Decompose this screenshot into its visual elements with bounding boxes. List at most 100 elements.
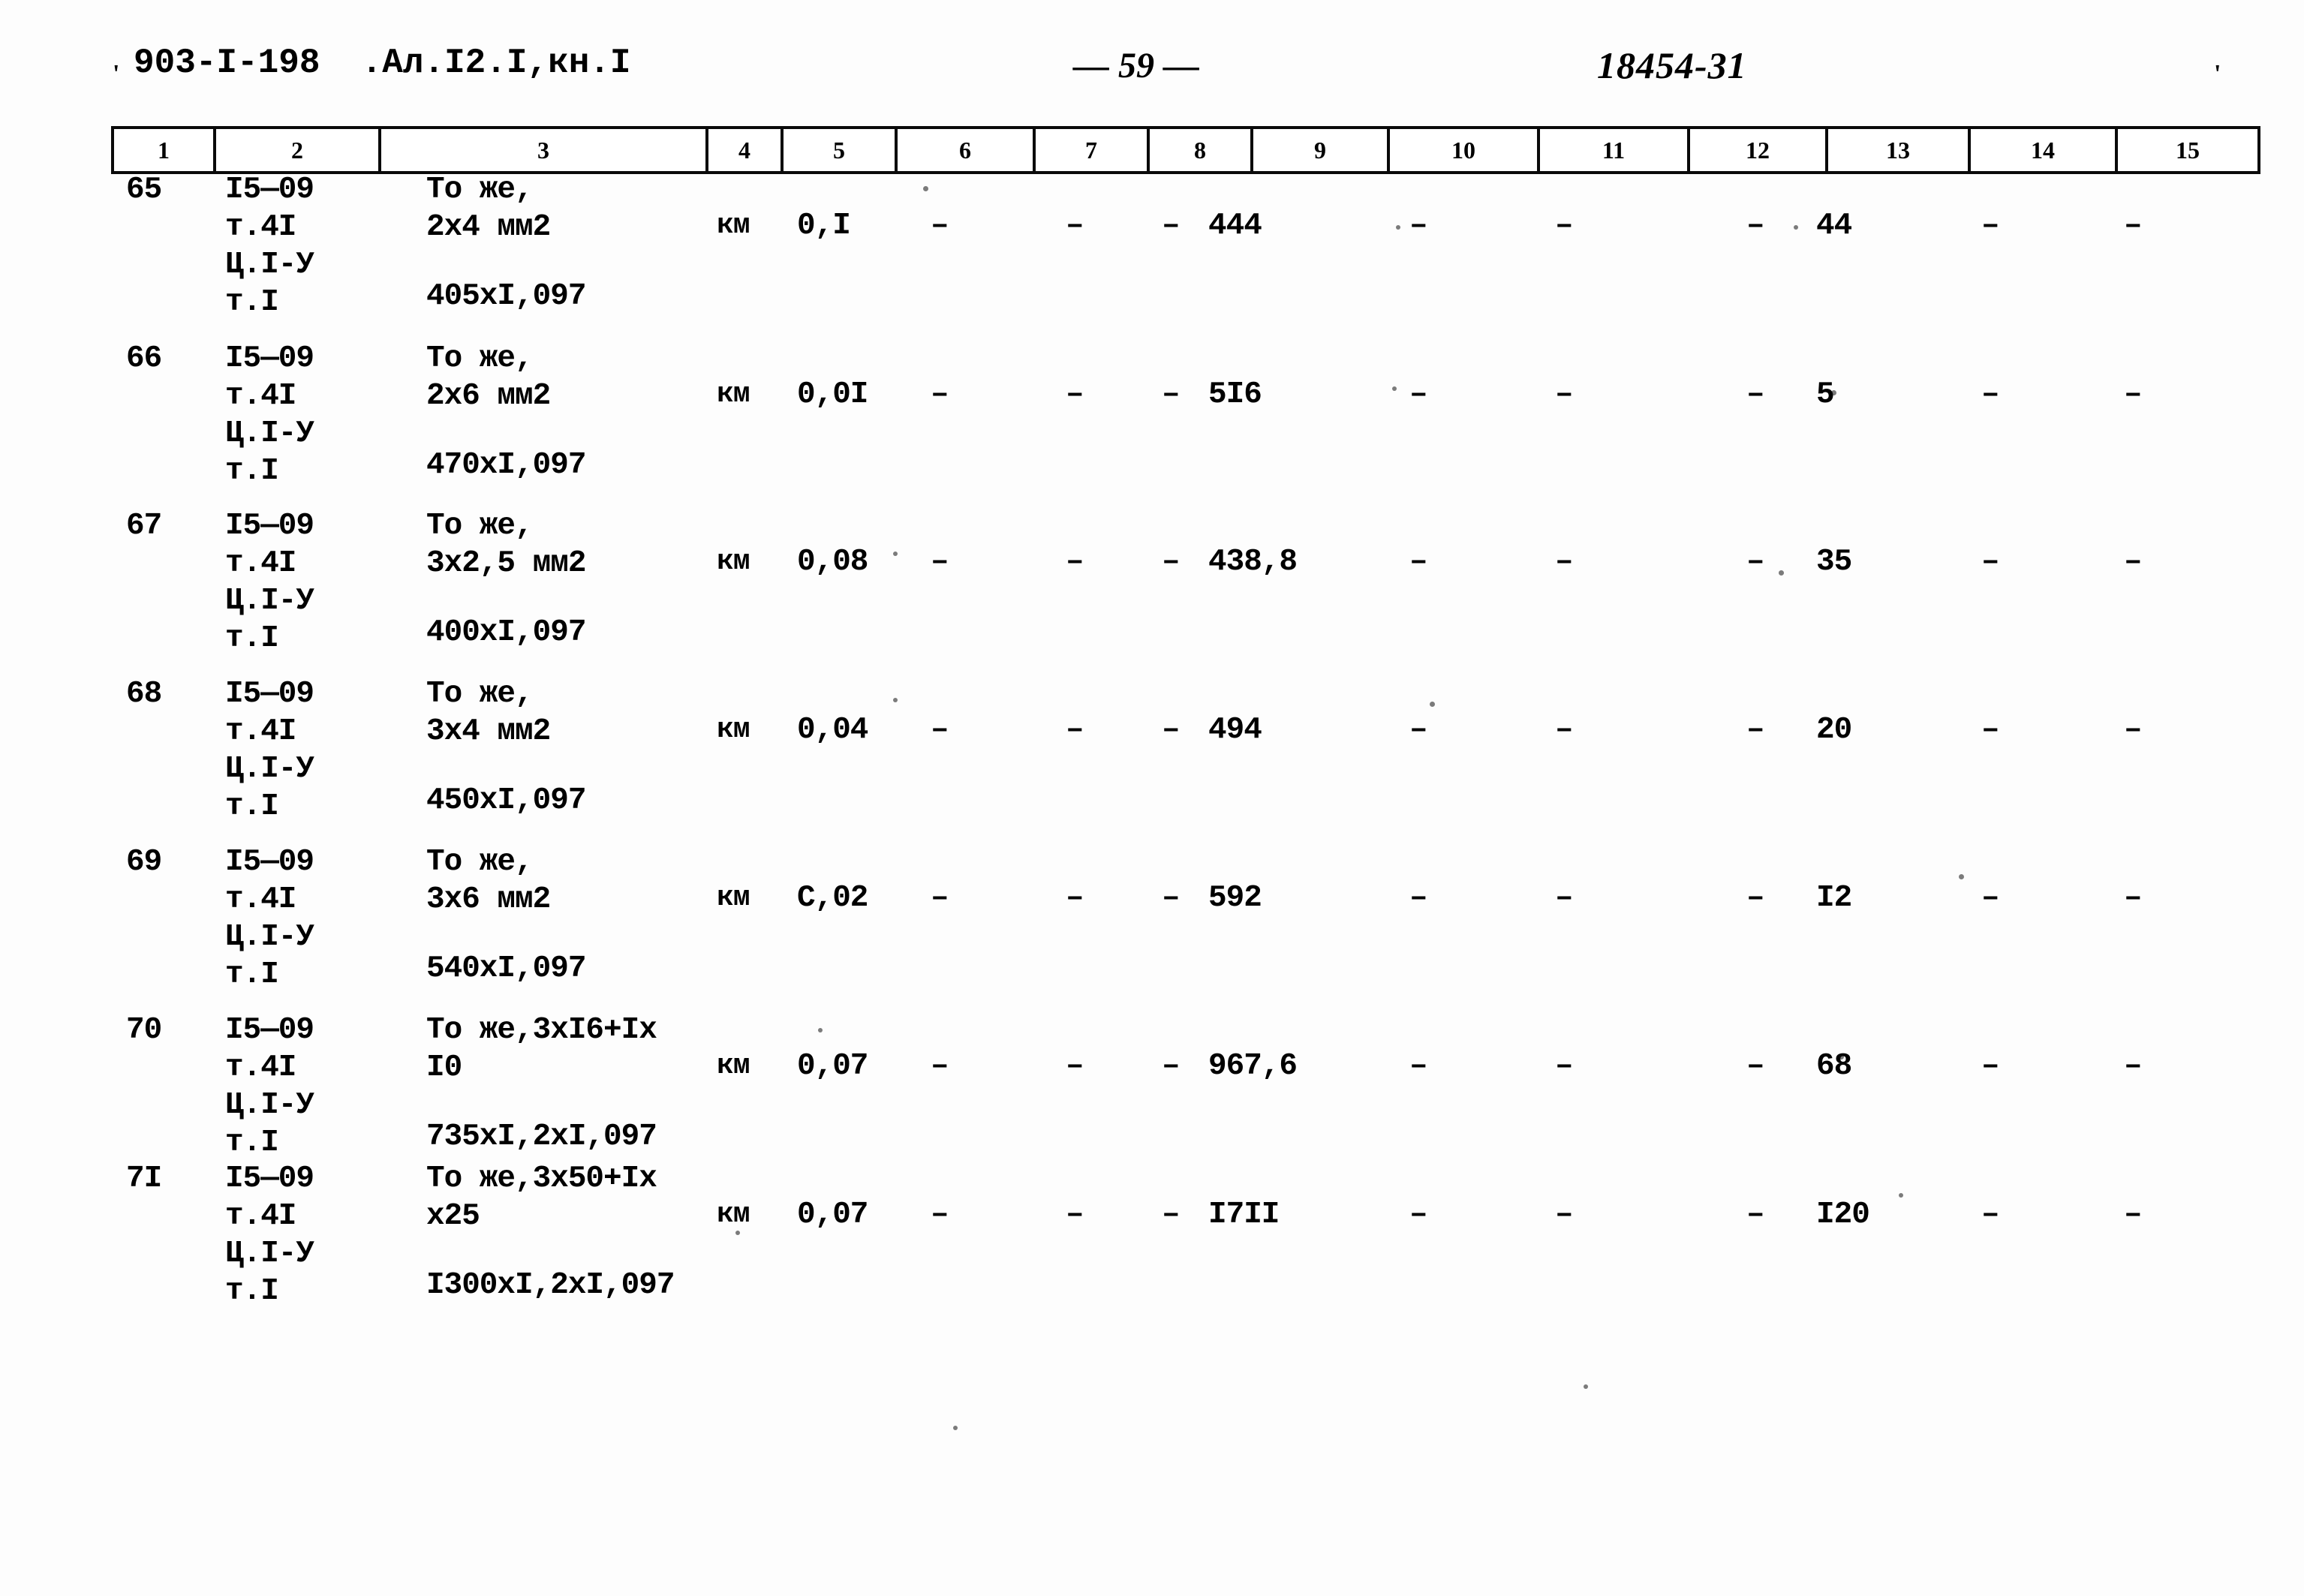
item-dimensions: 400хI,097 [426, 615, 586, 650]
column-header-5: 5 [781, 126, 898, 174]
value-col-9: 438,8 [1208, 545, 1298, 579]
value-col-8: – [1162, 713, 1181, 747]
item-description: То же, 3х6 мм2 [426, 845, 551, 917]
value-col-6: – [931, 1198, 949, 1232]
table-row: 7I I5—09 т.4I Ц.I-У т.I То же,3х50+Iх х2… [0, 1160, 2304, 1310]
column-header-15: 15 [2115, 126, 2260, 174]
column-header-11: 11 [1537, 126, 1690, 174]
value-col-13: 35 [1816, 545, 1852, 579]
value-col-7: – [1066, 377, 1084, 412]
value-col-8: – [1162, 1049, 1181, 1084]
table-row: 70 I5—09 т.4I Ц.I-У т.I То же,3хI6+Iх I0… [0, 1011, 2304, 1162]
value-col-12: – [1746, 209, 1765, 243]
value-col-11: – [1555, 377, 1574, 412]
value-col-14: – [1981, 377, 2000, 412]
column-header-9: 9 [1250, 126, 1390, 174]
value-col-9: 444 [1208, 209, 1262, 243]
value-col-9: I7II [1208, 1198, 1280, 1232]
page-header: ' 903-I-198 .Ал.I2.I,кн.I — 59 — 18454-3… [0, 44, 2304, 96]
column-header-8: 8 [1147, 126, 1253, 174]
table-row: 66 I5—09 т.4I Ц.I-У т.I То же, 2х6 мм2 4… [0, 340, 2304, 490]
value-col-14: – [1981, 713, 2000, 747]
table-row: 67 I5—09 т.4I Ц.I-У т.I То же, 3х2,5 мм2… [0, 507, 2304, 657]
value-col-14: – [1981, 545, 2000, 579]
table-body: 65 I5—09 т.4I Ц.I-У т.I То же, 2х4 мм2 4… [0, 171, 2304, 1447]
value-col-11: – [1555, 881, 1574, 915]
value-col-12: – [1746, 881, 1765, 915]
column-header-12: 12 [1687, 126, 1828, 174]
item-description: То же,3хI6+Iх I0 [426, 1013, 657, 1085]
item-dimensions: 735хI,2хI,097 [426, 1120, 657, 1154]
value-col-13: 5 [1816, 377, 1835, 412]
quantity-value: 0,07 [797, 1198, 868, 1232]
value-col-6: – [931, 377, 949, 412]
item-description: То же,3х50+Iх х25 [426, 1162, 657, 1234]
value-col-13: 44 [1816, 209, 1852, 243]
value-col-13: I2 [1816, 881, 1852, 915]
value-col-6: – [931, 881, 949, 915]
value-col-8: – [1162, 1198, 1181, 1232]
value-col-12: – [1746, 377, 1765, 412]
value-col-10: – [1409, 1049, 1428, 1084]
document-code-left: 903-I-198 .Ал.I2.I,кн.I [134, 44, 631, 83]
row-number: 67 [126, 509, 162, 543]
value-col-14: – [1981, 1198, 2000, 1232]
column-header-7: 7 [1033, 126, 1150, 174]
value-col-8: – [1162, 209, 1181, 243]
table-row: 65 I5—09 т.4I Ц.I-У т.I То же, 2х4 мм2 4… [0, 171, 2304, 321]
value-col-7: – [1066, 881, 1084, 915]
table-row: 69 I5—09 т.4I Ц.I-У т.I То же, 3х6 мм2 5… [0, 843, 2304, 993]
value-col-10: – [1409, 713, 1428, 747]
value-col-12: – [1746, 713, 1765, 747]
quantity-value: С,02 [797, 881, 868, 915]
value-col-9: 494 [1208, 713, 1262, 747]
value-col-7: – [1066, 713, 1084, 747]
table-header-row: 1 2 3 4 5 6 7 8 9 10 11 12 13 14 15 [111, 126, 2260, 174]
standard-reference: I5—09 т.4I Ц.I-У т.I [225, 341, 314, 488]
column-header-1: 1 [111, 126, 216, 174]
value-col-14: – [1981, 209, 2000, 243]
value-col-9: 967,6 [1208, 1049, 1298, 1084]
value-col-10: – [1409, 209, 1428, 243]
quantity-value: 0,I [797, 209, 851, 243]
item-dimensions: 450хI,097 [426, 783, 586, 818]
item-dimensions: I300хI,2хI,097 [426, 1268, 675, 1303]
standard-reference: I5—09 т.4I Ц.I-У т.I [225, 509, 314, 656]
column-header-3: 3 [378, 126, 708, 174]
row-number: 69 [126, 845, 162, 879]
value-col-10: – [1409, 545, 1428, 579]
value-col-10: – [1409, 1198, 1428, 1232]
row-number: 68 [126, 677, 162, 711]
unit-of-measure: км [717, 546, 750, 578]
unit-of-measure: км [717, 714, 750, 746]
value-col-8: – [1162, 545, 1181, 579]
value-col-15: – [2124, 881, 2143, 915]
item-description: То же, 3х2,5 мм2 [426, 509, 586, 581]
value-col-14: – [1981, 1049, 2000, 1084]
value-col-6: – [931, 209, 949, 243]
item-description: То же, 3х4 мм2 [426, 677, 551, 749]
column-header-2: 2 [213, 126, 381, 174]
value-col-11: – [1555, 545, 1574, 579]
page-number: — 59 — [1073, 46, 1199, 86]
value-col-15: – [2124, 377, 2143, 412]
value-col-11: – [1555, 1198, 1574, 1232]
value-col-12: – [1746, 545, 1765, 579]
item-description: То же, 2х4 мм2 [426, 173, 551, 245]
value-col-12: – [1746, 1198, 1765, 1232]
standard-reference: I5—09 т.4I Ц.I-У т.I [225, 1162, 314, 1309]
value-col-15: – [2124, 545, 2143, 579]
header-tick-left-mark: ' [113, 60, 120, 88]
value-col-7: – [1066, 1049, 1084, 1084]
value-col-13: 68 [1816, 1049, 1852, 1084]
column-number-header-table: 1 2 3 4 5 6 7 8 9 10 11 12 13 14 15 [111, 126, 2260, 174]
row-number: 65 [126, 173, 162, 207]
archive-code-right: 18454-31 [1597, 44, 1747, 86]
unit-of-measure: км [717, 1198, 750, 1231]
value-col-11: – [1555, 209, 1574, 243]
value-col-13: 20 [1816, 713, 1852, 747]
row-number: 7I [126, 1162, 162, 1196]
unit-of-measure: км [717, 882, 750, 914]
value-col-9: 592 [1208, 881, 1262, 915]
unit-of-measure: км [717, 1050, 750, 1082]
